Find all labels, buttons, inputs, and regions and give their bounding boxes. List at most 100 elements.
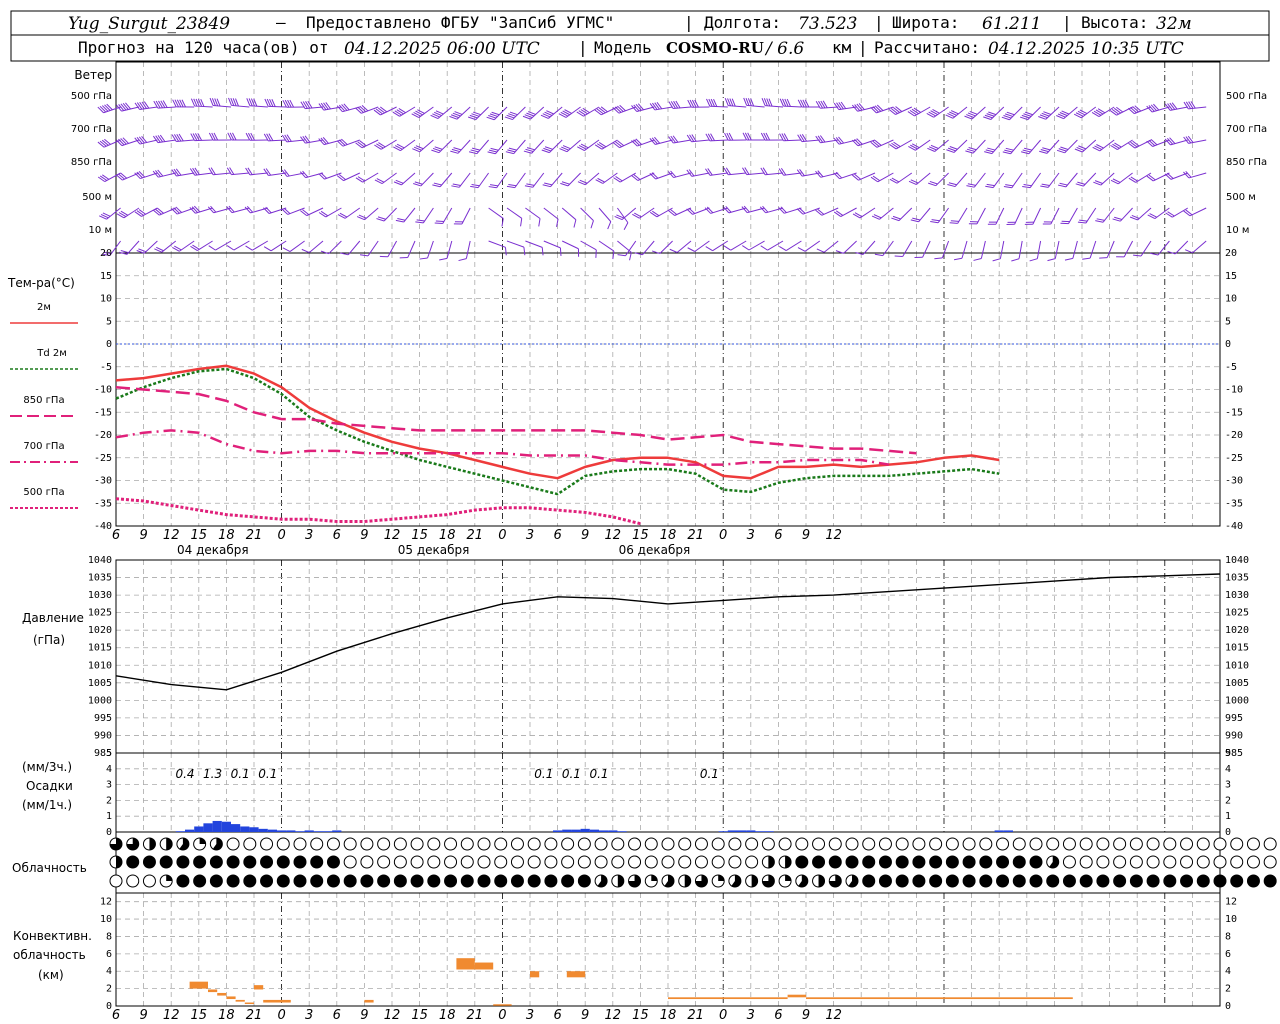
wind-barb-feather (1003, 186, 1012, 189)
precip-3h-value: 0.1 (589, 767, 608, 781)
wind-barb-feather (320, 210, 329, 217)
y-tick-label-right: 2 (1225, 795, 1231, 806)
cloud-symbol (1113, 837, 1127, 851)
wind-level-label: 850 гПа (71, 157, 112, 168)
wind-barb-feather (894, 255, 903, 258)
hour-label: 9 (802, 1008, 810, 1023)
wind-barb-feather (987, 147, 996, 151)
cloud-symbol (1196, 855, 1210, 869)
y-tick-label-left: -20 (94, 430, 112, 441)
forecast-time: 04.12.2025 06:00 UTC (344, 39, 540, 59)
wind-barb-feather (835, 171, 843, 179)
hour-label: 0 (719, 1008, 727, 1023)
station-name: Yug_Surgut_23849 (68, 14, 230, 34)
wind-barb-feather (594, 109, 602, 116)
wind-barb-feather (723, 206, 730, 214)
wind-barb-feather (136, 171, 143, 179)
wind-barb-staff (961, 240, 968, 259)
wind-barb-feather (1005, 184, 1014, 187)
wind-barb-staff (730, 240, 747, 251)
y-tick-label-right: 1040 (1225, 555, 1249, 566)
wind-barb-feather (851, 104, 858, 112)
wind-barb-staff (1010, 139, 1023, 155)
wind-barb-staff (1154, 207, 1170, 220)
wind-barb-feather (357, 106, 364, 113)
wind-barb-feather (888, 109, 896, 115)
wind-barb-feather (175, 206, 183, 213)
wind-barb-feather (122, 102, 129, 110)
y-tick-label-left: -35 (94, 498, 112, 509)
wind-barb-feather (171, 208, 178, 215)
wind-barb-feather (226, 245, 235, 251)
wind-barb-feather (355, 107, 362, 114)
cloud-symbol (594, 855, 608, 869)
wind-barb-feather (600, 106, 608, 113)
hour-label: 21 (687, 528, 704, 543)
y-tick-label-right: 12 (1225, 897, 1237, 908)
cloud-symbol (895, 837, 909, 851)
wind-barb-feather (320, 172, 328, 179)
cloud-symbol-fill (979, 875, 992, 887)
temp-legend-label: 700 гПа (23, 441, 64, 452)
wind-barb-feather (1040, 185, 1049, 188)
wind-barb-feather (361, 105, 369, 112)
cloud-symbol (293, 837, 307, 851)
wind-barb-feather (778, 168, 784, 176)
wind-barb-staff (654, 106, 673, 111)
y-tick-label-right: 1000 (1225, 695, 1249, 706)
wind-barb-staff (937, 207, 950, 223)
wind-barb-feather (652, 102, 658, 110)
wind-barb-staff (973, 172, 986, 188)
hour-label: 9 (581, 528, 589, 543)
wind-barb-feather (299, 171, 306, 179)
wind-barb-staff (477, 172, 490, 188)
calc-time: 04.12.2025 10:35 UTC (988, 39, 1184, 59)
y-tick-label-left: 2 (106, 795, 112, 806)
cloud-symbol (661, 837, 675, 851)
cloud-symbol (1079, 855, 1093, 869)
wind-barb-feather (301, 248, 310, 254)
wind-level-label: 850 гПа (1226, 157, 1267, 168)
cloud-symbol-fill (785, 856, 792, 868)
y-tick-label-left: 12 (100, 897, 112, 908)
wind-barb-staff (820, 106, 839, 109)
wind-barb-feather (263, 246, 272, 252)
cloud-symbol (862, 837, 876, 851)
date-label: 04 декабря (177, 543, 249, 557)
hour-label: 12 (384, 528, 401, 543)
wind-barb-staff (324, 172, 342, 180)
wind-barb-feather (1004, 149, 1013, 153)
wind-barb-staff (976, 207, 986, 225)
cloud-symbol (243, 837, 257, 851)
cloud-symbol-fill (929, 856, 942, 868)
wind-barb-feather (508, 147, 517, 151)
wind-barb-staff (1192, 240, 1207, 254)
wind-barb-staff (143, 240, 158, 254)
pressure-title: Давление (22, 611, 84, 625)
precip-bar (304, 830, 314, 832)
wind-barb-staff (488, 240, 506, 248)
wind-barb-staff (954, 172, 968, 187)
wind-barb-feather (470, 185, 479, 189)
wind-barb-feather (1146, 175, 1154, 182)
cloud-symbol-fill (116, 856, 122, 868)
wind-barb-feather (759, 206, 767, 214)
wind-barb-feather (1021, 151, 1030, 155)
conv-bar (806, 997, 1073, 1000)
precip-bar (277, 830, 287, 832)
wind-barb-staff (691, 172, 710, 177)
cloud-symbol-fill (812, 856, 825, 868)
cloud-symbol (979, 837, 993, 851)
cloud-symbol-fill (494, 875, 507, 887)
y-tick-label-right: 1020 (1225, 625, 1249, 636)
cloud-symbol (1213, 855, 1227, 869)
precip-bar (295, 831, 305, 832)
precip-bar (194, 826, 204, 832)
wind-barb-feather (208, 245, 216, 251)
cloud-symbol-fill (427, 875, 440, 887)
wind-barb-staff (367, 240, 379, 257)
wind-level-label: 700 гПа (1226, 124, 1267, 135)
y-tick-label-right: 8 (1225, 931, 1231, 942)
cloud-symbol (678, 837, 692, 851)
wind-barb-staff (953, 139, 968, 153)
